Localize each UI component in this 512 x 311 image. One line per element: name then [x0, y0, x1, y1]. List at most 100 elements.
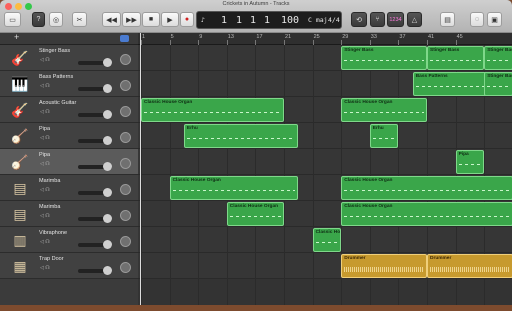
track-header[interactable]: 🎸 Acoustic Guitar ◁ ☊: [0, 97, 138, 123]
track-name[interactable]: Marimba: [39, 204, 60, 210]
track-name[interactable]: Pipa: [39, 152, 50, 158]
midi-region[interactable]: Erhu: [183, 124, 299, 148]
pan-knob[interactable]: [120, 54, 131, 65]
record-icon: ●: [184, 16, 190, 23]
track-name[interactable]: Trap Door: [39, 256, 64, 262]
ruler-bar-number: 29: [342, 34, 349, 40]
pan-knob[interactable]: [120, 184, 131, 195]
track-name[interactable]: Acoustic Guitar: [39, 100, 76, 106]
track-header[interactable]: ▦ Trap Door ◁ ☊: [0, 253, 138, 279]
grid-line: [226, 45, 228, 305]
midi-region[interactable]: Classic House Organ: [312, 228, 342, 252]
midi-region[interactable]: Stinger Bass: [484, 46, 512, 70]
volume-knob[interactable]: [103, 110, 112, 119]
loop-browser-button[interactable]: ◌: [470, 12, 484, 27]
drummer-region[interactable]: Drummer: [427, 254, 512, 278]
region-notes: [229, 216, 281, 217]
play-button[interactable]: ▶: [161, 12, 179, 27]
volume-knob[interactable]: [103, 84, 112, 93]
midi-region[interactable]: Classic House Organ: [141, 98, 284, 122]
track-header[interactable]: 🪕 Pipa ◁ ☊: [0, 123, 138, 149]
midi-region[interactable]: Bass Patterns: [412, 72, 492, 96]
volume-knob[interactable]: [103, 136, 112, 145]
region-label: Classic House Organ: [229, 204, 279, 209]
pan-knob[interactable]: [120, 262, 131, 273]
rewind-button[interactable]: ◀◀: [102, 12, 121, 27]
region-notes: [415, 86, 489, 87]
track-name[interactable]: Stinger Bass: [39, 48, 70, 54]
media-browser-button[interactable]: ▣: [487, 12, 502, 27]
arrangement-area[interactable]: Stinger Bass Stinger Bass Stinger Bass Bass…: [138, 45, 512, 305]
midi-region[interactable]: Stinger Bass: [484, 72, 512, 96]
region-label: Erhu: [372, 126, 384, 131]
mute-solo-buttons[interactable]: ◁ ☊: [40, 239, 50, 245]
volume-knob[interactable]: [103, 266, 112, 275]
pan-knob[interactable]: [120, 210, 131, 221]
pan-knob[interactable]: [120, 80, 131, 91]
ruler[interactable]: 1 5 9 13 17 21 25 29 33 37 41 45: [138, 33, 512, 45]
track-name[interactable]: Bass Patterns: [39, 74, 73, 80]
stop-button[interactable]: ■: [142, 12, 160, 27]
mute-solo-buttons[interactable]: ◁ ☊: [40, 83, 50, 89]
track-header[interactable]: 🎹 Bass Patterns ◁ ☊: [0, 71, 138, 97]
add-track-button[interactable]: +: [14, 32, 19, 42]
midi-region[interactable]: Stinger Bass: [427, 46, 485, 70]
pan-knob[interactable]: [120, 158, 131, 169]
region-notes: [344, 216, 510, 217]
window-title: Crickets in Autumn - Tracks: [222, 1, 290, 7]
volume-knob[interactable]: [103, 58, 112, 67]
volume-knob[interactable]: [103, 188, 112, 197]
mute-solo-buttons[interactable]: ◁ ☊: [40, 187, 50, 193]
region-label: Drummer: [430, 256, 452, 261]
fast-forward-icon: ▶▶: [126, 16, 137, 24]
track-header[interactable]: 🪕 Pipa ◁ ☊: [0, 149, 138, 175]
midi-region[interactable]: Pipa: [455, 150, 485, 174]
lcd-display[interactable]: ♪ 1 1 1 1 100 C maj 4/4: [196, 11, 342, 29]
midi-region[interactable]: Erhu: [369, 124, 399, 148]
midi-region[interactable]: Classic House Organ: [169, 176, 299, 200]
mute-solo-buttons[interactable]: ◁ ☊: [40, 213, 50, 219]
track-header[interactable]: ▤ Marimba ◁ ☊: [0, 175, 138, 201]
mute-solo-buttons[interactable]: ◁ ☊: [40, 109, 50, 115]
pan-knob[interactable]: [120, 132, 131, 143]
region-notes: [430, 267, 510, 272]
metronome-button[interactable]: △: [407, 12, 422, 27]
region-label: Stinger Bass: [430, 48, 460, 53]
volume-knob[interactable]: [103, 240, 112, 249]
playhead[interactable]: [140, 33, 141, 305]
track-header[interactable]: 🎸 Stinger Bass ◁ ☊: [0, 45, 138, 71]
track-name[interactable]: Pipa: [39, 126, 50, 132]
mute-solo-buttons[interactable]: ◁ ☊: [40, 161, 50, 167]
count-in-button[interactable]: 1234: [387, 12, 404, 27]
pan-knob[interactable]: [120, 236, 131, 247]
midi-region[interactable]: Stinger Bass: [341, 46, 427, 70]
keyboard-icon: 🎹: [11, 75, 29, 92]
mute-solo-buttons[interactable]: ◁ ☊: [40, 57, 50, 63]
midi-region[interactable]: Classic House Organ: [341, 202, 512, 226]
fast-forward-button[interactable]: ▶▶: [122, 12, 141, 27]
midi-region[interactable]: Classic House Organ: [226, 202, 284, 226]
quick-help-button[interactable]: ?: [32, 12, 45, 27]
catch-button[interactable]: [120, 35, 129, 42]
library-button[interactable]: ▭: [4, 12, 21, 27]
midi-region[interactable]: Classic House Organ: [341, 176, 512, 200]
track-name[interactable]: Vibraphone: [39, 230, 67, 236]
mute-solo-buttons[interactable]: ◁ ☊: [40, 265, 50, 271]
drummer-region[interactable]: Drummer: [341, 254, 427, 278]
notepad-button[interactable]: ▤: [440, 12, 455, 27]
record-button[interactable]: ●: [180, 12, 194, 27]
cycle-button[interactable]: ⟲: [351, 12, 367, 27]
track-header[interactable]: ▥ Vibraphone ◁ ☊: [0, 227, 138, 253]
lcd-key: C maj: [308, 16, 328, 24]
smart-controls-button[interactable]: ◎: [49, 12, 63, 27]
track-header[interactable]: ▤ Marimba ◁ ☊: [0, 201, 138, 227]
midi-region[interactable]: Classic House Organ: [341, 98, 427, 122]
region-label: Classic House Organ: [172, 178, 221, 183]
pan-knob[interactable]: [120, 106, 131, 117]
editors-button[interactable]: ✂: [72, 12, 87, 27]
volume-knob[interactable]: [103, 162, 112, 171]
track-name[interactable]: Marimba: [39, 178, 60, 184]
tuner-button[interactable]: ⑂: [370, 12, 385, 27]
mute-solo-buttons[interactable]: ◁ ☊: [40, 135, 50, 141]
volume-knob[interactable]: [103, 214, 112, 223]
